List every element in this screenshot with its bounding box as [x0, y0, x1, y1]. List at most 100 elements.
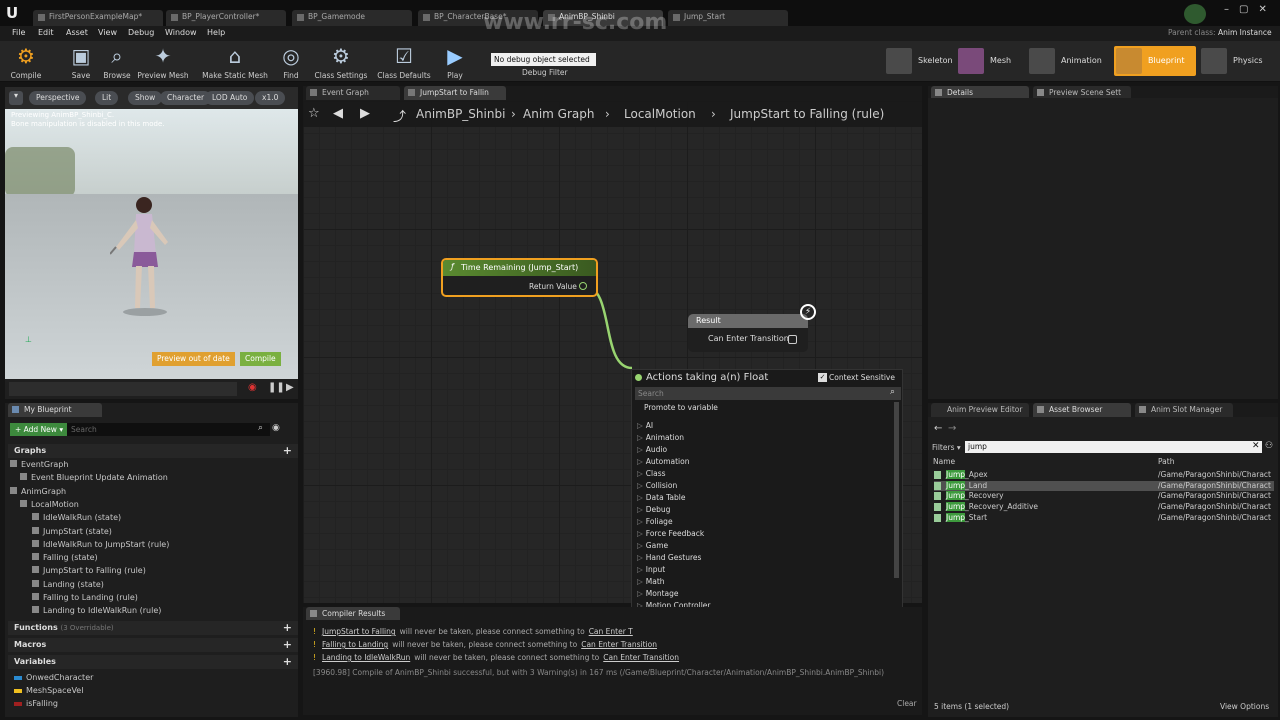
menu-help[interactable]: Help — [207, 28, 225, 37]
action-category[interactable]: ▷ Collision — [637, 481, 677, 490]
character-button[interactable]: Character — [160, 91, 212, 105]
clear-search-icon[interactable]: ✕ — [1252, 441, 1260, 451]
asset-row[interactable]: Jump_Recovery_Additive/Game/ParagonShinb… — [934, 502, 1274, 512]
compiler-results-tab[interactable]: Compiler Results — [306, 607, 400, 621]
forward-arrow-icon[interactable]: → — [948, 423, 956, 434]
timeline-scrubber[interactable] — [9, 382, 237, 396]
blueprint-search-input[interactable]: Search — [67, 423, 270, 436]
graph-tree-item[interactable]: LocalMotion — [20, 499, 79, 509]
pause-icon[interactable]: ❚❚ — [268, 382, 285, 393]
browse-button[interactable]: ⌕ Browse — [100, 43, 134, 80]
return-value-pin[interactable] — [579, 282, 587, 290]
record-icon[interactable]: ◉ — [248, 382, 257, 393]
action-category[interactable]: ▷ Force Feedback — [637, 529, 704, 538]
actions-scrollbar[interactable] — [894, 402, 899, 578]
asset-row[interactable]: Jump_Start/Game/ParagonShinbi/Charact — [934, 512, 1274, 523]
result-node[interactable]: Result Can Enter Transition — [688, 314, 808, 352]
breadcrumb-item[interactable]: LocalMotion — [624, 107, 696, 121]
add-function-icon[interactable]: + — [283, 621, 292, 634]
action-category[interactable]: ▷ Class — [637, 469, 666, 478]
menu-asset[interactable]: Asset — [66, 28, 88, 37]
back-arrow-icon[interactable]: ◀ — [333, 106, 343, 121]
mode-skeleton[interactable]: Skeleton — [884, 46, 953, 76]
compile-button[interactable]: ⚙ Compile — [6, 43, 46, 80]
variables-section-header[interactable]: Variables + — [8, 655, 298, 669]
menu-debug[interactable]: Debug — [128, 28, 154, 37]
make-static-mesh-button[interactable]: ⌂ Make Static Mesh — [202, 43, 268, 80]
message-link[interactable]: Can Enter T — [589, 627, 633, 636]
anim-slot-manager-tab[interactable]: Anim Slot Manager — [1135, 403, 1233, 417]
viewport-menu-icon[interactable]: ▾ — [9, 91, 23, 105]
message-link[interactable]: Landing to IdleWalkRun — [322, 653, 410, 662]
mode-physics[interactable]: Physics — [1199, 46, 1271, 76]
action-category[interactable]: ▷ Audio — [637, 445, 667, 454]
action-category[interactable]: ▷ Debug — [637, 505, 670, 514]
show-button[interactable]: Show — [128, 91, 163, 105]
context-sensitive-checkbox[interactable]: ✓ — [818, 373, 827, 382]
message-link[interactable]: Falling to Landing — [322, 640, 388, 649]
menu-file[interactable]: File — [12, 28, 25, 37]
view-options-button[interactable]: View Options — [1220, 702, 1269, 711]
asset-row[interactable]: Jump_Apex/Game/ParagonShinbi/Charact — [934, 470, 1274, 480]
breadcrumb-item[interactable]: JumpStart to Falling (rule) — [730, 107, 884, 121]
graph-tree-item[interactable]: Falling (state) — [32, 553, 98, 562]
variable-item[interactable]: isFalling — [14, 699, 58, 708]
perspective-button[interactable]: Perspective — [29, 91, 87, 105]
graph-tree-item[interactable]: JumpStart to Falling (rule) — [32, 566, 146, 575]
user-icon[interactable]: ⚇ — [1265, 441, 1273, 451]
action-category[interactable]: ▷ Game — [637, 541, 668, 550]
graph-tree-item[interactable]: Event Blueprint Update Animation — [20, 473, 168, 482]
mode-animation[interactable]: Animation — [1027, 46, 1111, 76]
action-category[interactable]: ▷ Animation — [637, 433, 684, 442]
graph-tree-item[interactable]: Landing (state) — [32, 579, 104, 589]
menu-window[interactable]: Window — [165, 28, 197, 37]
eye-icon[interactable]: ◉ — [272, 423, 280, 433]
mode-mesh[interactable]: Mesh — [956, 46, 1024, 76]
graph-tree-item[interactable]: AnimGraph — [10, 486, 66, 496]
message-link[interactable]: Can Enter Transition — [603, 653, 679, 662]
graph-tree-item[interactable]: Landing to IdleWalkRun (rule) — [32, 606, 161, 615]
column-path-header[interactable]: Path — [1158, 457, 1174, 466]
action-category[interactable]: ▷ Math — [637, 577, 665, 586]
viewport-compile-button[interactable]: Compile — [240, 352, 281, 366]
graph-tree-item[interactable]: IdleWalkRun to JumpStart (rule) — [32, 539, 169, 549]
preview-viewport[interactable]: ▾ Perspective Lit Show Character LOD Aut… — [5, 87, 298, 379]
asset-search-input[interactable]: jump — [965, 441, 1262, 453]
back-arrow-icon[interactable]: ← — [934, 423, 942, 434]
graphs-section-header[interactable]: Graphs + — [8, 444, 298, 458]
doc-tab[interactable]: Jump_Start — [668, 10, 788, 26]
tab-event-graph[interactable]: Event Graph — [306, 86, 400, 100]
find-button[interactable]: ◎ Find — [278, 43, 304, 80]
promote-to-variable-item[interactable]: Promote to variable — [644, 403, 718, 412]
macros-section-header[interactable]: Macros + — [8, 638, 298, 652]
speed-button[interactable]: x1.0 — [255, 91, 286, 105]
variable-item[interactable]: MeshSpaceVel — [14, 686, 83, 695]
column-name-header[interactable]: Name — [933, 457, 955, 466]
can-enter-transition-checkbox[interactable] — [788, 335, 797, 344]
doc-tab[interactable]: BP_PlayerController* — [166, 10, 286, 26]
window-controls[interactable]: –▢✕ — [1224, 4, 1277, 15]
play-forward-icon[interactable]: ▶ — [286, 382, 294, 393]
actions-search-input[interactable]: Search — [635, 387, 901, 400]
class-settings-button[interactable]: ⚙ Class Settings — [314, 43, 368, 80]
breadcrumb-item[interactable]: Anim Graph — [523, 107, 594, 121]
doc-tab[interactable]: BP_Gamemode — [292, 10, 412, 26]
add-new-button[interactable]: + Add New ▾ — [10, 423, 69, 436]
asset-browser-tab[interactable]: Asset Browser — [1033, 403, 1131, 417]
action-category[interactable]: ▷ Input — [637, 565, 665, 574]
menu-edit[interactable]: Edit — [38, 28, 54, 37]
graph-tree-item[interactable]: Falling to Landing (rule) — [32, 593, 138, 602]
add-graph-icon[interactable]: + — [283, 444, 292, 457]
action-category[interactable]: ▷ Automation — [637, 457, 689, 466]
play-button[interactable]: ▶ Play — [440, 43, 470, 80]
action-category[interactable]: ▷ AI — [637, 421, 653, 430]
my-blueprint-tab[interactable]: My Blueprint — [8, 403, 102, 417]
mode-blueprint-active[interactable]: Blueprint — [1114, 46, 1196, 76]
asset-row[interactable]: Jump_Land/Game/ParagonShinbi/Charact — [934, 480, 1274, 491]
message-link[interactable]: Can Enter Transition — [581, 640, 657, 649]
save-button[interactable]: ▣ Save — [64, 43, 98, 80]
lit-button[interactable]: Lit — [95, 91, 119, 105]
preview-mesh-button[interactable]: ✦ Preview Mesh — [136, 43, 190, 80]
add-variable-icon[interactable]: + — [283, 655, 292, 668]
menu-view[interactable]: View — [98, 28, 117, 37]
